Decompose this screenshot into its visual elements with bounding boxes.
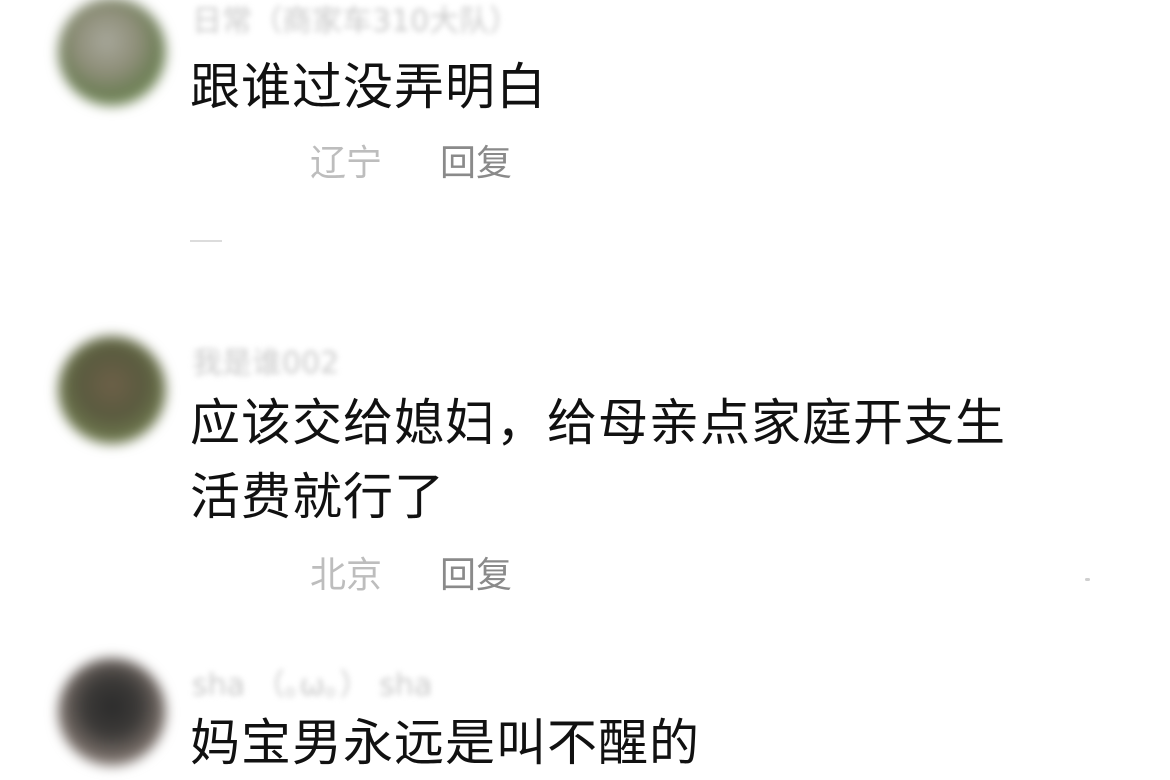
comment-username[interactable]: 日常（商家车310大队） [192,0,519,40]
avatar[interactable] [58,658,166,766]
comment-username[interactable]: sha （｡ω｡） sha [192,660,432,704]
reply-button[interactable]: 回复 [440,546,512,598]
reply-button[interactable]: 回复 [440,134,512,186]
comment-location: 辽宁 [310,143,383,184]
avatar[interactable] [58,336,166,444]
comment-text-line-2: 活费就行了 [190,468,445,526]
comment-username[interactable]: 我是谁002 [192,338,339,382]
comment-text: 妈宝男永远是叫不醒的 [190,714,700,772]
comment-text: 跟谁过没弄明白 [190,58,547,116]
comment-text-line-1: 应该交给媳妇，给母亲点家庭开支生 [190,394,1006,452]
divider [190,240,222,242]
dot-marker [1085,578,1090,581]
avatar[interactable] [58,0,166,106]
comment-location: 北京 [310,555,383,596]
